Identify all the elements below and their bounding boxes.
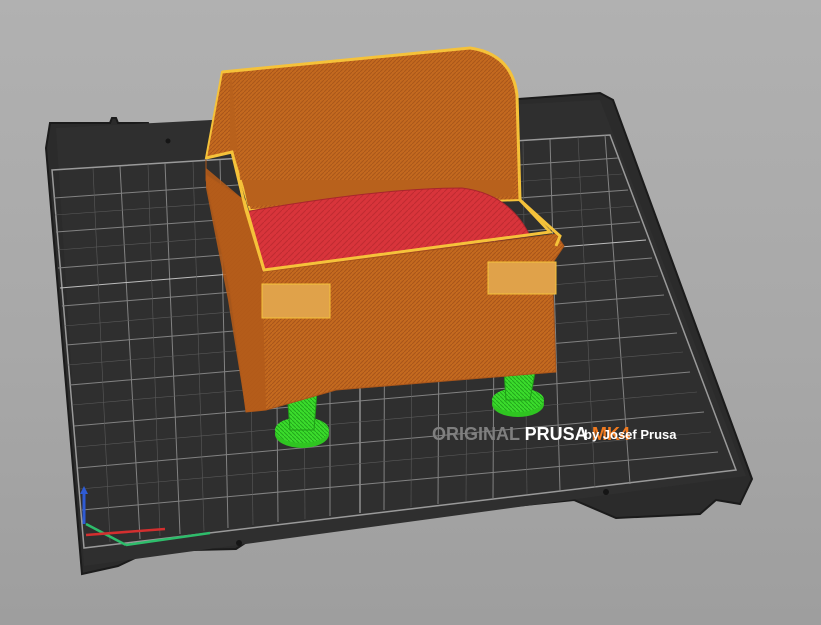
model-box[interactable] [204,46,565,413]
bed-logo-original: ORIGINAL [432,424,525,444]
bed-hole [165,138,171,144]
bed-hole [236,540,242,546]
bed-logo-prusa: PRUSA [525,424,592,444]
3d-viewport[interactable]: ORIGINAL PRUSA MK4 by Josef Prusa [0,0,821,625]
bed-byline: by Josef Prusa [584,427,677,442]
support-interface-left [261,283,331,319]
bed-hole [603,489,609,495]
support-interface-right [487,261,557,295]
scene: ORIGINAL PRUSA MK4 by Josef Prusa [44,46,754,576]
